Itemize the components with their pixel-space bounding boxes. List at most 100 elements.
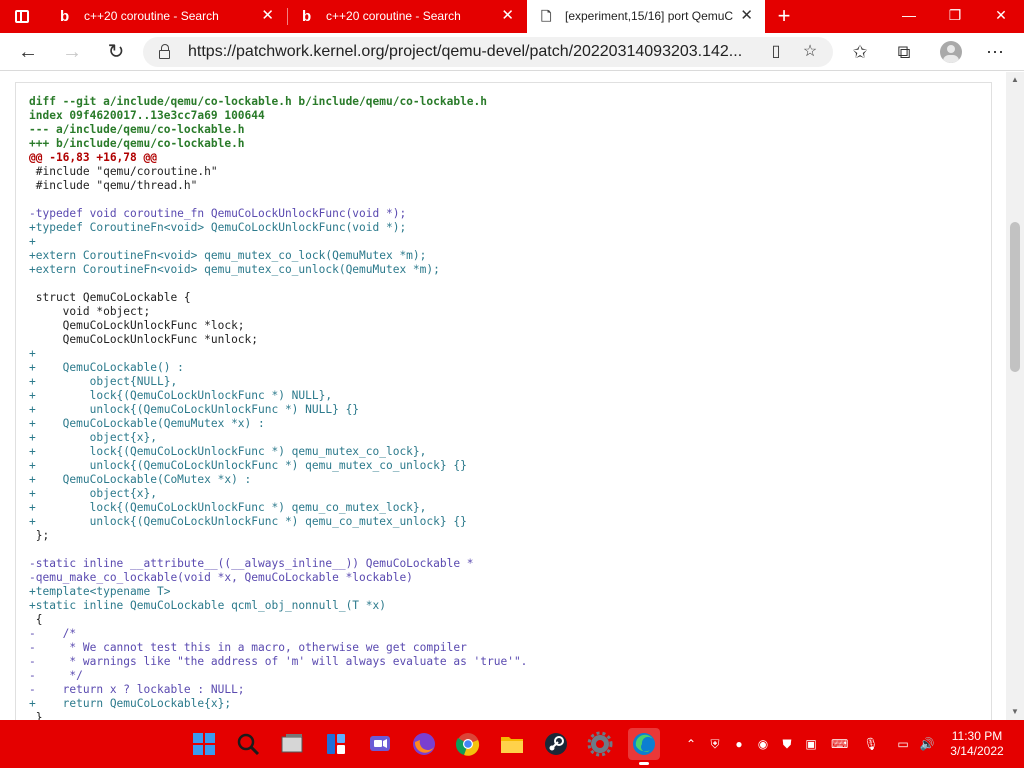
diff-line: QemuCoLockUnlockFunc *lock; (29, 319, 245, 332)
diff-line: + (29, 347, 36, 360)
profile-avatar[interactable] (940, 41, 962, 63)
diff-line: + lock{(QemuCoLockUnlockFunc *) qemu_mut… (29, 445, 427, 458)
steam-tray-icon[interactable]: ● (731, 736, 747, 752)
diff-line: struct QemuCoLockable { (29, 291, 191, 304)
minimize-button[interactable]: — (886, 0, 932, 33)
camera-tray-icon[interactable]: ▣ (803, 736, 819, 752)
tab-patchwork[interactable]: 🗋 [experiment,15/16] port QemuCo ✕ (527, 0, 765, 33)
tab-actions-button[interactable] (0, 0, 46, 33)
taskbar: ⌃ ⛨ ● ◉ ⛊ ▣ ⌨ 🎙 ▭ 🔊 11:30 PM 3/14/2022 (0, 720, 1024, 768)
diff-line: { (29, 613, 43, 626)
diff-line: + (29, 235, 36, 248)
diff-line: }; (29, 529, 50, 542)
search-icon[interactable] (232, 728, 264, 760)
chat-icon[interactable] (364, 728, 396, 760)
windows-start-icon[interactable] (188, 728, 220, 760)
tab-search-1[interactable]: b c++20 coroutine - Search ✕ (46, 0, 286, 33)
security-tray-icon[interactable]: ⛊ (779, 736, 795, 752)
browser-toolbar: ← → ↻ https://patchwork.kernel.org/proje… (0, 33, 1024, 71)
diff-line: -qemu_make_co_lockable(void *x, QemuCoLo… (29, 571, 413, 584)
chrome-tray-icon[interactable]: ◉ (755, 736, 771, 752)
back-button[interactable]: ← (13, 38, 43, 66)
settings-icon[interactable] (584, 728, 616, 760)
url-text[interactable]: https://patchwork.kernel.org/project/qem… (188, 43, 758, 61)
tab-title: [experiment,15/16] port QemuCo (565, 9, 733, 23)
favorites-icon[interactable]: ✩ (847, 39, 873, 65)
diff-line: } (29, 711, 43, 720)
refresh-button[interactable]: ↻ (101, 38, 131, 66)
tab-close-icon[interactable]: ✕ (501, 7, 514, 25)
keyboard-icon[interactable]: ⌨ (831, 736, 848, 752)
vertical-scrollbar[interactable]: ▲ ▼ (1006, 72, 1024, 720)
bing-icon: b (302, 8, 312, 25)
collections-icon[interactable]: ⧉ (891, 39, 917, 65)
page-content: diff --git a/include/qemu/co-lockable.h … (0, 72, 1006, 720)
new-tab-button[interactable]: + (773, 4, 795, 28)
diff-line: index 09f4620017..13e3cc7a69 100644 (29, 109, 265, 122)
diff-line: + unlock{(QemuCoLockUnlockFunc *) NULL} … (29, 403, 360, 416)
diff-line (29, 277, 527, 291)
address-bar[interactable]: https://patchwork.kernel.org/project/qem… (143, 37, 833, 67)
diff-line: -static inline __attribute__((__always_i… (29, 557, 474, 570)
diff-line: - */ (29, 669, 83, 682)
edge-icon[interactable] (628, 728, 660, 765)
diff-line: +typedef CoroutineFn<void> QemuCoLockUnl… (29, 221, 407, 234)
tab-close-icon[interactable]: ✕ (261, 7, 274, 25)
tab-bar: b c++20 coroutine - Search ✕ b c++20 cor… (0, 0, 1024, 33)
taskbar-clock[interactable]: 11:30 PM 3/14/2022 (942, 729, 1012, 759)
forward-button[interactable]: → (57, 38, 87, 66)
maximize-button[interactable]: ❐ (932, 0, 978, 33)
tab-actions-icon (15, 10, 29, 23)
diff-line: + object{x}, (29, 431, 157, 444)
microphone-icon[interactable]: 🎙 (863, 736, 879, 752)
diff-line: #include "qemu/coroutine.h" (29, 165, 218, 178)
shield-icon[interactable]: ⛨ (707, 736, 723, 752)
diff-line: +template<typename T> (29, 585, 171, 598)
scrollbar-thumb[interactable] (1010, 222, 1020, 372)
reader-view-icon[interactable]: ▯ (765, 42, 787, 62)
diff-line: + lock{(QemuCoLockUnlockFunc *) NULL}, (29, 389, 333, 402)
diff-line: - return x ? lockable : NULL; (29, 683, 245, 696)
diff-line: - * warnings like "the address of 'm' wi… (29, 655, 528, 668)
diff-line: + lock{(QemuCoLockUnlockFunc *) qemu_co_… (29, 501, 427, 514)
clock-time: 11:30 PM (951, 729, 1003, 743)
firefox-icon[interactable] (408, 728, 440, 760)
diff-line: - /* (29, 627, 77, 640)
diff-line: +++ b/include/qemu/co-lockable.h (29, 137, 245, 150)
diff-line: +extern CoroutineFn<void> qemu_mutex_co_… (29, 263, 440, 276)
network-icon[interactable]: ▭ (895, 736, 911, 752)
diff-line: void *object; (29, 305, 151, 318)
scroll-up-arrow-icon[interactable]: ▲ (1010, 76, 1020, 84)
steam-icon[interactable] (540, 728, 572, 760)
diff-line (29, 193, 527, 207)
diff-line: + object{x}, (29, 487, 157, 500)
arrow-right-icon: → (62, 41, 82, 63)
scroll-down-arrow-icon[interactable]: ▼ (1010, 708, 1020, 716)
task-view-icon[interactable] (276, 728, 308, 760)
volume-icon[interactable]: 🔊 (919, 736, 935, 752)
tab-title: c++20 coroutine - Search (84, 9, 219, 23)
diff-line: @@ -16,83 +16,78 @@ (29, 151, 157, 164)
chevron-up-icon[interactable]: ⌃ (683, 736, 699, 752)
tab-search-2[interactable]: b c++20 coroutine - Search ✕ (288, 0, 526, 33)
tab-close-icon[interactable]: ✕ (740, 7, 753, 25)
widgets-icon[interactable] (320, 728, 352, 760)
refresh-icon: ↻ (107, 41, 125, 63)
add-favorite-icon[interactable]: ☆ (799, 42, 821, 62)
diff-line: + QemuCoLockable() : (29, 361, 184, 374)
diff-line: + unlock{(QemuCoLockUnlockFunc *) qemu_m… (29, 459, 467, 472)
close-window-button[interactable]: ✕ (978, 0, 1024, 33)
diff-line: + QemuCoLockable(QemuMutex *x) : (29, 417, 265, 430)
diff-line: + object{NULL}, (29, 375, 178, 388)
diff-line: diff --git a/include/qemu/co-lockable.h … (29, 95, 488, 108)
diff-text: diff --git a/include/qemu/co-lockable.h … (29, 95, 527, 720)
diff-line: + return QemuCoLockable{x}; (29, 697, 232, 710)
lock-icon[interactable] (159, 44, 170, 59)
diff-line: + QemuCoLockable(CoMutex *x) : (29, 473, 252, 486)
diff-line (29, 543, 527, 557)
bing-icon: b (60, 8, 70, 25)
more-options-icon[interactable]: ⋯ (982, 39, 1008, 65)
diff-line: + unlock{(QemuCoLockUnlockFunc *) qemu_c… (29, 515, 467, 528)
file-explorer-icon[interactable] (496, 728, 528, 760)
chrome-icon[interactable] (452, 728, 484, 760)
